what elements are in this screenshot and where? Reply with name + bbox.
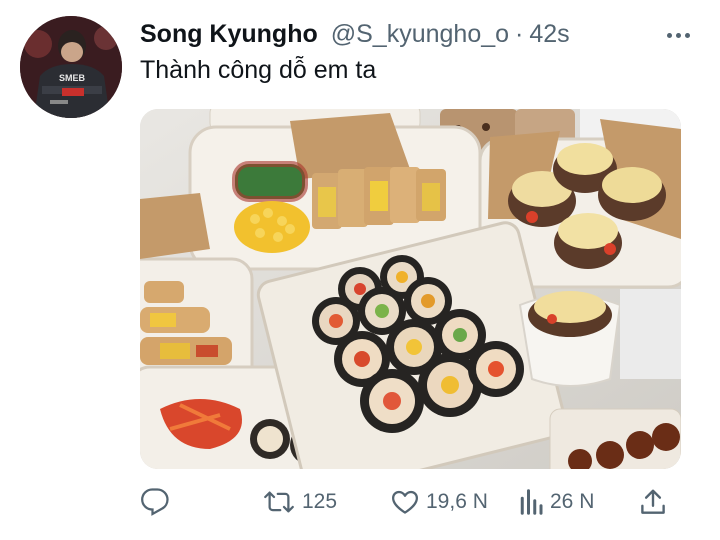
more-dot-icon: [675, 32, 681, 38]
heart-icon: [392, 490, 418, 514]
tweet-header: Song Kyungho @S_kyungho_o · 42s: [140, 20, 570, 54]
separator-dot: ·: [515, 20, 524, 48]
share-button[interactable]: [638, 484, 668, 520]
like-button[interactable]: 19,6 N: [390, 484, 488, 520]
timestamp[interactable]: 42s: [529, 20, 569, 49]
avatar-photo: SMEB: [20, 16, 122, 118]
retweet-button[interactable]: 125: [262, 484, 337, 520]
like-count: 19,6 N: [426, 490, 488, 513]
more-dot-icon: [684, 32, 690, 38]
tweet-media[interactable]: [140, 109, 681, 469]
tweet-actions: 125 19,6 N 26 N: [140, 484, 681, 520]
display-name[interactable]: Song Kyungho: [140, 20, 318, 49]
reply-button[interactable]: [140, 484, 170, 520]
more-options-button[interactable]: [660, 22, 696, 48]
retweet-count: 125: [302, 490, 338, 513]
food-photo: [140, 109, 681, 469]
more-dot-icon: [666, 32, 672, 38]
tweet: SMEB Song Kyungho @S_kyungho_o · 42s Thà…: [0, 0, 720, 540]
avatar-jersey-text: SMEB: [59, 73, 86, 83]
tweet-text: Thành công dỗ em ta: [140, 56, 377, 84]
avatar[interactable]: SMEB: [20, 16, 122, 118]
views-button[interactable]: 26 N: [518, 484, 594, 520]
reply-icon: [141, 488, 169, 516]
views-count: 26 N: [550, 490, 595, 513]
share-icon: [641, 489, 665, 514]
views-icon: [520, 489, 543, 515]
user-handle[interactable]: @S_kyungho_o: [331, 20, 509, 49]
retweet-icon: [264, 491, 294, 513]
